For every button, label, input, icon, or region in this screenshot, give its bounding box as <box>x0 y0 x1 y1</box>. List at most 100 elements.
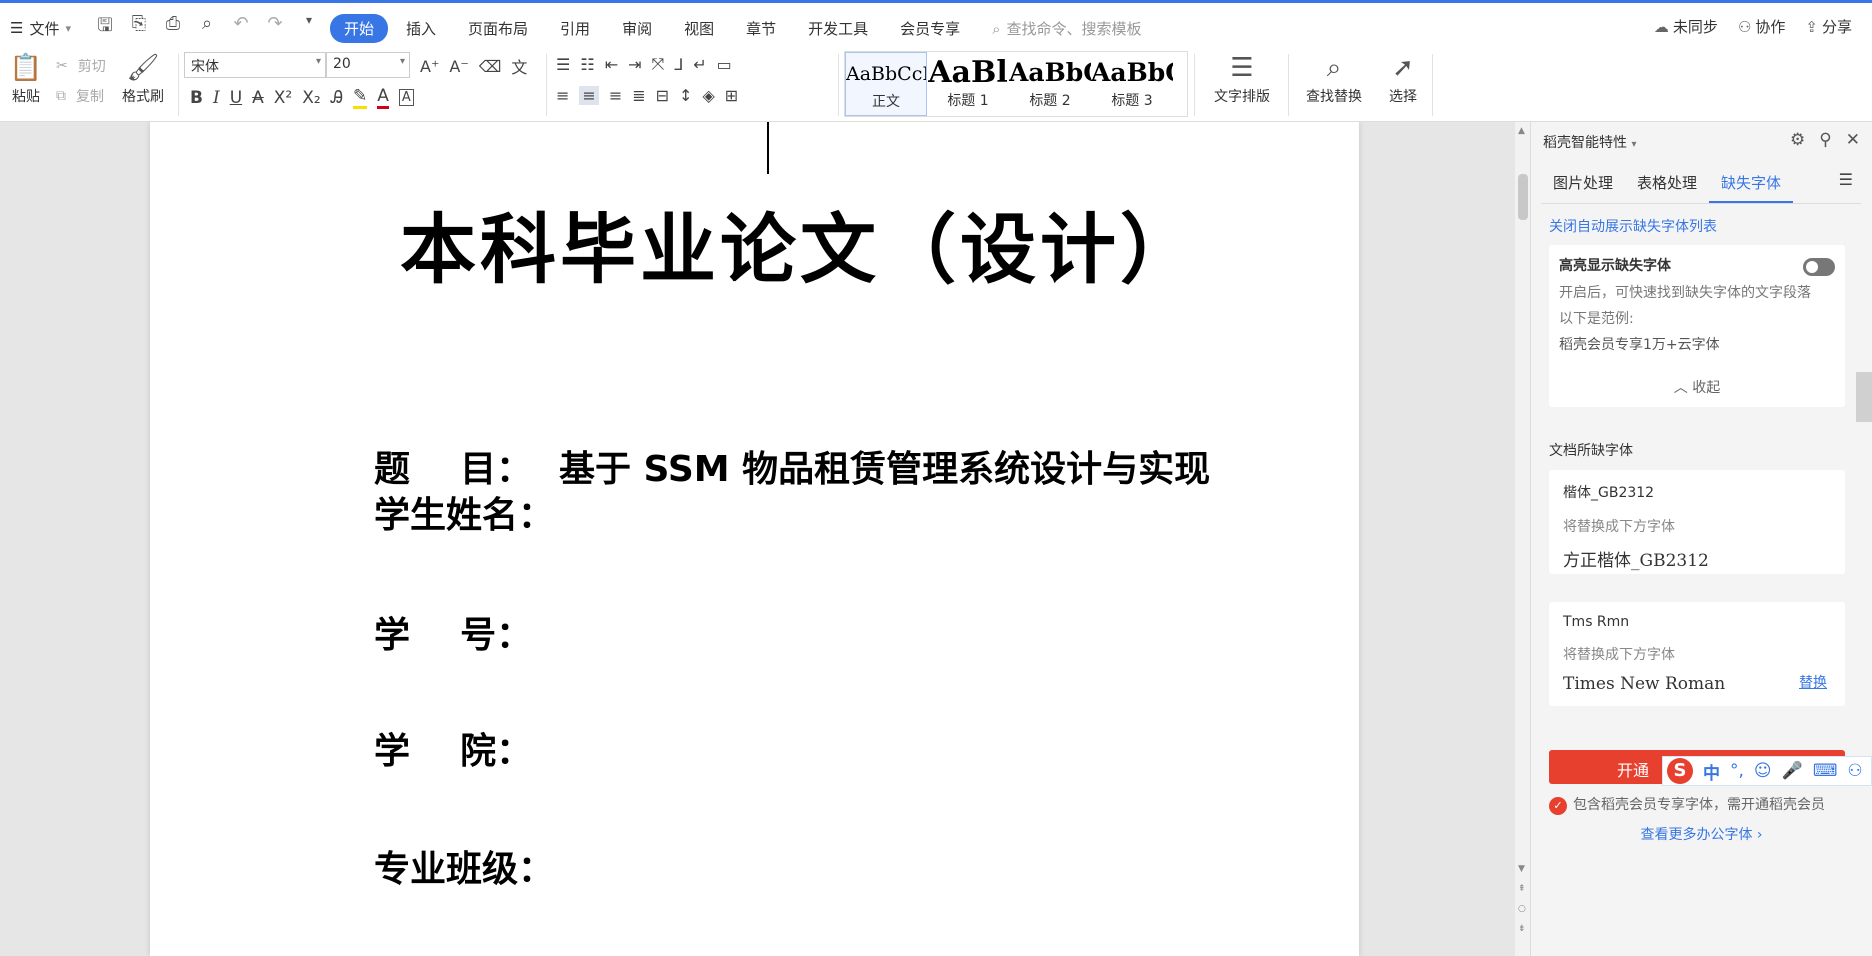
close-icon[interactable]: ✕ <box>1846 130 1860 150</box>
more-fonts-link[interactable]: 查看更多办公字体 › <box>1531 824 1872 844</box>
underline-icon[interactable]: U <box>230 88 242 108</box>
text-effect-icon[interactable]: Ꭿ <box>331 88 343 108</box>
collapse-button[interactable]: ︿ 收起 <box>1549 377 1845 397</box>
tab-image-processing[interactable]: 图片处理 <box>1541 164 1625 203</box>
ime-toolbar[interactable]: S 中 °, ☺ 🎤 ⌨ ⚇ <box>1662 756 1872 786</box>
menu-icon[interactable]: ☰ <box>1831 164 1861 203</box>
grow-font-icon[interactable]: A⁺ <box>420 57 439 76</box>
line-spacing-icon[interactable]: ↕ <box>679 86 692 105</box>
align-left-icon[interactable]: ≡ <box>556 86 569 105</box>
find-replace-button[interactable]: ⌕ 查找替换 <box>1296 50 1372 106</box>
chinese-layout-icon[interactable]: ⤧ <box>652 54 665 74</box>
print-preview-icon[interactable]: ⌕ <box>195 13 219 43</box>
paste-button[interactable]: 📋 粘贴 <box>6 50 46 106</box>
tab-missing-fonts[interactable]: 缺失字体 <box>1709 164 1794 203</box>
font-color-icon[interactable]: A <box>377 86 389 109</box>
tab-developer[interactable]: 开发工具 <box>794 14 882 43</box>
distribute-icon[interactable]: ⊟ <box>656 86 669 105</box>
keyboard-icon[interactable]: ⌨ <box>1813 761 1838 781</box>
pin-icon[interactable]: ⚲ <box>1819 130 1831 150</box>
document-page[interactable]: 本科毕业论文（设计） 题 目： 基于 SSM 物品租赁管理系统设计与实现 学生姓名… <box>150 122 1359 956</box>
replace-link[interactable]: 替换 <box>1799 672 1827 692</box>
browse-object-icon[interactable]: ○ <box>1518 904 1526 914</box>
highlight-icon[interactable]: ✎ <box>353 86 368 109</box>
clear-format-icon[interactable]: ⌫ <box>479 57 502 76</box>
tab-insert[interactable]: 插入 <box>392 14 450 43</box>
user-icon[interactable]: ⚇ <box>1847 761 1862 781</box>
tab-section[interactable]: 章节 <box>732 14 790 43</box>
decrease-indent-icon[interactable]: ⇤ <box>605 55 618 74</box>
emoji-icon[interactable]: ☺ <box>1754 761 1772 781</box>
shading-icon[interactable]: ◈ <box>702 86 714 105</box>
text-direction-icon[interactable]: ⅃ <box>674 55 683 74</box>
close-auto-show-link[interactable]: 关闭自动展示缺失字体列表 <box>1549 216 1717 236</box>
save-icon[interactable]: 🖫 <box>93 13 117 43</box>
font-size-value: 20 <box>333 56 351 72</box>
justify-icon[interactable]: ≣ <box>632 86 645 105</box>
share-button[interactable]: ⇪ 分享 <box>1805 16 1852 37</box>
document-scrollbar[interactable]: ▲ ▼ ⇞ ○ ⇟ <box>1515 122 1531 956</box>
line-break-icon[interactable]: ↵ <box>693 55 706 74</box>
bullet-list-icon[interactable]: ☰ <box>556 55 570 74</box>
quick-access-more-icon[interactable]: ▾ <box>297 13 321 43</box>
membership-note: ✓ 包含稻壳会员专享字体，需开通稻壳会员 <box>1549 794 1825 815</box>
undo-icon[interactable]: ↶ <box>229 13 253 43</box>
ruler-icon[interactable]: ▭ <box>717 55 732 74</box>
align-right-icon[interactable]: ≡ <box>609 86 622 105</box>
print-icon[interactable]: ⎙ <box>161 13 185 43</box>
text-layout-button[interactable]: ☰ 文字排版 <box>1204 50 1280 106</box>
style-heading-3[interactable]: AaBbC 标题 3 <box>1091 52 1173 116</box>
next-page-icon[interactable]: ⇟ <box>1518 924 1526 934</box>
style-heading-1[interactable]: AaBl 标题 1 <box>927 52 1009 116</box>
tab-view[interactable]: 视图 <box>670 14 728 43</box>
sogou-logo-icon[interactable]: S <box>1667 758 1693 784</box>
highlight-toggle[interactable] <box>1803 258 1835 276</box>
copy-button[interactable]: ⧉ 复制 <box>56 86 104 106</box>
ime-mode[interactable]: 中 <box>1703 759 1720 784</box>
tab-review[interactable]: 审阅 <box>608 14 666 43</box>
punctuation-icon[interactable]: °, <box>1730 761 1744 781</box>
font-size-select[interactable]: 20 ▾ <box>326 52 410 78</box>
style-label: 标题 2 <box>1029 93 1071 109</box>
style-normal[interactable]: AaBbCcI 正文 <box>845 52 927 116</box>
numbered-list-icon[interactable]: ☷ <box>580 55 594 74</box>
file-menu-button[interactable]: ☰ 文件 ▾ <box>10 18 71 39</box>
format-painter-button[interactable]: 🖌 格式刷 <box>118 50 168 106</box>
settings-gear-icon[interactable]: ⚙ <box>1790 130 1805 150</box>
panel-title[interactable]: 稻壳智能特性 ▾ <box>1543 132 1636 152</box>
bold-icon[interactable]: B <box>190 88 203 108</box>
panel-resize-handle[interactable] <box>1856 372 1872 422</box>
prev-page-icon[interactable]: ⇞ <box>1518 884 1526 894</box>
strikethrough-icon[interactable]: A <box>252 88 264 108</box>
tab-table-processing[interactable]: 表格处理 <box>1625 164 1709 203</box>
char-border-icon[interactable]: A <box>398 89 414 106</box>
italic-icon[interactable]: I <box>213 88 220 108</box>
superscript-icon[interactable]: X² <box>274 88 292 108</box>
phonetic-guide-icon[interactable]: 文 <box>511 54 527 78</box>
increase-indent-icon[interactable]: ⇥ <box>628 55 641 74</box>
shrink-font-icon[interactable]: A⁻ <box>449 57 468 76</box>
collaborate-button[interactable]: ⚇ 协作 <box>1738 16 1785 37</box>
tab-references[interactable]: 引用 <box>546 14 604 43</box>
align-center-icon[interactable]: ≡ <box>579 86 599 105</box>
subscript-icon[interactable]: X₂ <box>302 88 320 108</box>
borders-icon[interactable]: ⊞ <box>725 86 738 105</box>
microphone-icon[interactable]: 🎤 <box>1782 761 1803 781</box>
export-pdf-icon[interactable]: ⎘ <box>127 13 151 43</box>
tab-member[interactable]: 会员专享 <box>886 14 974 43</box>
font-name-select[interactable]: 宋体 ▾ <box>184 52 326 78</box>
redo-icon[interactable]: ↷ <box>263 13 287 43</box>
tab-page-layout[interactable]: 页面布局 <box>454 14 542 43</box>
document-canvas[interactable]: 本科毕业论文（设计） 题 目： 基于 SSM 物品租赁管理系统设计与实现 学生姓名… <box>0 122 1530 956</box>
scroll-up-icon[interactable]: ▲ <box>1518 126 1525 136</box>
sync-status-button[interactable]: ☁ 未同步 <box>1654 16 1718 37</box>
command-search[interactable]: ⌕ 查找命令、搜索模板 <box>992 18 1141 39</box>
select-button[interactable]: ➚ 选择 <box>1380 50 1426 106</box>
tab-home[interactable]: 开始 <box>330 14 389 43</box>
style-heading-2[interactable]: AaBbC 标题 2 <box>1009 52 1091 116</box>
divider <box>546 54 547 116</box>
field-topic: 题 目： 基于 SSM 物品租赁管理系统设计与实现 <box>374 440 1210 492</box>
scrollbar-thumb[interactable] <box>1518 174 1528 220</box>
scroll-down-icon[interactable]: ▼ <box>1518 864 1525 874</box>
cut-button[interactable]: ✂ 剪切 <box>56 56 106 76</box>
